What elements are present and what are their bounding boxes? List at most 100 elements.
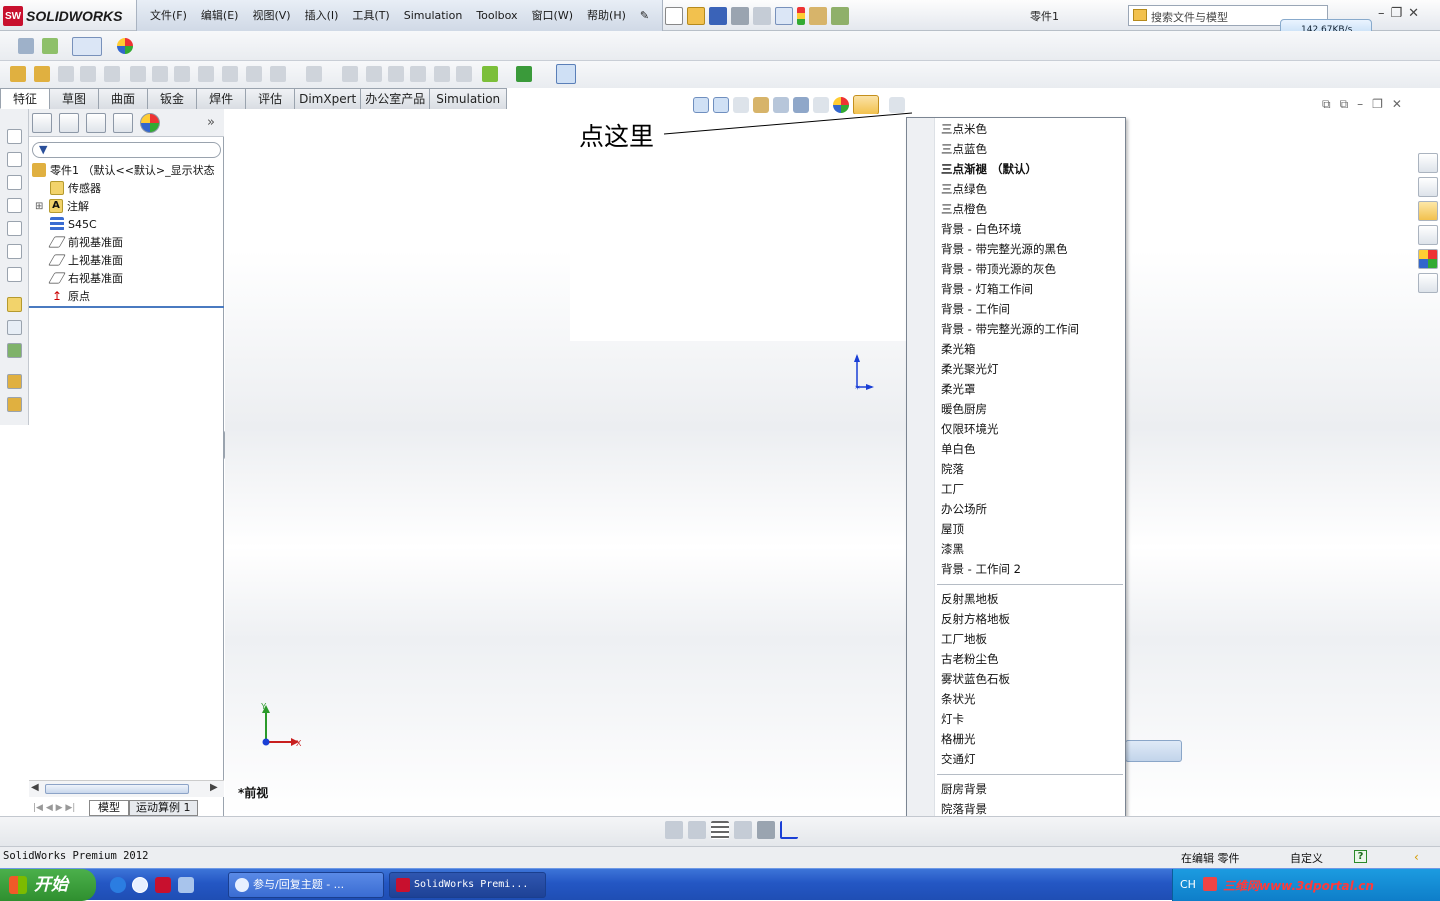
tree-item-material[interactable]: S45C — [50, 215, 97, 233]
tree-filter-input[interactable]: ▼ — [32, 142, 221, 158]
tile-icon[interactable]: ⧉ — [1340, 97, 1349, 112]
axis-icon[interactable] — [780, 821, 798, 839]
revolved-cut-icon[interactable] — [174, 66, 190, 82]
scene-menu-item[interactable]: 古老粉尘色 — [941, 649, 999, 669]
menu-insert[interactable]: 插入(I) — [298, 0, 346, 31]
scene-menu-item[interactable]: 三点米色 — [941, 119, 987, 139]
scene-menu-item[interactable]: 条状光 — [941, 689, 976, 709]
menu-file[interactable]: 文件(F) — [143, 0, 194, 31]
expand-panel-icon[interactable]: » — [207, 115, 215, 130]
menu-help[interactable]: 帮助(H) — [580, 0, 633, 31]
solidworks-resources-icon[interactable] — [1418, 153, 1438, 173]
tab-nav-arrows-icon[interactable]: |◀ ◀ ▶ ▶| — [29, 800, 89, 816]
lofted-cut-icon[interactable] — [222, 66, 238, 82]
start-button[interactable]: 开始 — [0, 869, 96, 901]
display-manager-tab-icon[interactable] — [140, 113, 160, 133]
scene-menu-item[interactable]: 背景 - 带顶光源的灰色 — [941, 259, 1056, 279]
rebuild-traffic-light-icon[interactable] — [797, 7, 805, 25]
scene-menu-item[interactable]: 柔光箱 — [941, 339, 976, 359]
view-settings-icon[interactable] — [889, 97, 905, 113]
extruded-boss-icon[interactable] — [10, 66, 26, 82]
scene-menu-item[interactable]: 暖色厨房 — [941, 399, 987, 419]
dimxpert-manager-tab-icon[interactable] — [113, 113, 133, 133]
tree-item-sensors[interactable]: 传感器 — [50, 179, 101, 197]
smart-dimension-icon[interactable] — [42, 38, 58, 54]
tree-root-part[interactable]: 零件1 （默认<<默认>_显示状态 — [32, 161, 215, 179]
custom-properties-icon[interactable] — [1418, 273, 1438, 293]
view-box-icon[interactable] — [7, 129, 22, 144]
menu-view[interactable]: 视图(V) — [245, 0, 297, 31]
scene-menu-item[interactable]: 灯卡 — [941, 709, 964, 729]
view-palette-icon[interactable] — [1418, 225, 1438, 245]
tree-item-right-plane[interactable]: 右视基准面 — [48, 269, 123, 287]
file-properties-icon[interactable] — [809, 7, 827, 25]
tree-item-annotations[interactable]: ⊞ A 注解 — [35, 197, 89, 215]
select-tool-icon[interactable] — [72, 37, 102, 56]
scene-menu-item[interactable]: 单白色 — [941, 439, 976, 459]
reference-geometry-icon[interactable] — [482, 66, 498, 82]
appearances-scenes-icon[interactable] — [1418, 249, 1438, 269]
revolved-boss-icon[interactable] — [34, 66, 50, 82]
restore-icon[interactable]: ❐ — [1372, 97, 1383, 112]
sketch-command-icon[interactable] — [18, 38, 34, 54]
swept-boss-icon[interactable] — [58, 66, 74, 82]
tab-model[interactable]: 模型 — [89, 800, 129, 816]
tab-surfaces[interactable]: 曲面 — [98, 88, 149, 109]
ie-icon[interactable] — [110, 877, 126, 893]
solidworks-quicklaunch-icon[interactable] — [155, 877, 171, 893]
select-pointer-icon[interactable] — [775, 7, 793, 25]
solidworks-logo[interactable]: SW SOLIDWORKS — [3, 4, 127, 28]
unit-system[interactable]: 自定义 — [1290, 850, 1323, 866]
tab-sketch[interactable]: 草图 — [49, 88, 100, 109]
sketch-line-icon[interactable] — [7, 320, 22, 335]
tray-app-icon[interactable] — [1203, 877, 1217, 891]
scene-menu-item[interactable]: 三点蓝色 — [941, 139, 987, 159]
component-icon[interactable] — [7, 374, 22, 389]
tab-dimxpert[interactable]: DimXpert — [294, 88, 362, 109]
mirror-icon[interactable] — [456, 66, 472, 82]
tools-icon[interactable] — [688, 821, 706, 839]
scene-menu-item[interactable]: 厨房背景 — [941, 779, 987, 799]
scroll-left-icon[interactable]: ◀ — [31, 782, 39, 793]
zoom-to-area-icon[interactable] — [713, 97, 729, 113]
scene-menu-item[interactable]: 背景 - 工作间 2 — [941, 559, 1021, 579]
scroll-right-icon[interactable]: ▶ — [210, 782, 218, 793]
close-icon[interactable]: ✕ — [1408, 6, 1419, 21]
scene-menu-item[interactable]: 仅限环境光 — [941, 419, 999, 439]
tree-item-front-plane[interactable]: 前视基准面 — [48, 233, 123, 251]
scene-menu-item[interactable]: 交通灯 — [941, 749, 976, 769]
configuration-manager-tab-icon[interactable] — [86, 113, 106, 133]
apply-scene-icon[interactable] — [853, 95, 879, 115]
scene-menu-item[interactable]: 三点绿色 — [941, 179, 987, 199]
scene-menu-item[interactable]: 背景 - 带完整光源的黑色 — [941, 239, 1067, 259]
scene-menu-item[interactable]: 反射方格地板 — [941, 609, 1010, 629]
taskbar-item-solidworks[interactable]: SolidWorks Premi... — [389, 872, 546, 898]
close-icon[interactable]: ✕ — [1392, 97, 1402, 112]
scene-menu-item[interactable]: 柔光罩 — [941, 379, 976, 399]
design-library-icon[interactable] — [1418, 177, 1438, 197]
menu-window[interactable]: 窗口(W) — [525, 0, 580, 31]
browser-icon[interactable] — [132, 877, 148, 893]
view-box-icon[interactable] — [7, 244, 22, 259]
boundary-boss-icon[interactable] — [104, 66, 120, 82]
hud-mini-toolbar[interactable] — [1125, 740, 1182, 762]
scene-menu-item[interactable]: 院落 — [941, 459, 964, 479]
new-document-icon[interactable] — [665, 7, 683, 25]
help-icon[interactable]: ? — [1354, 850, 1367, 863]
menu-edit[interactable]: 编辑(E) — [194, 0, 246, 31]
tab-evaluate[interactable]: 评估 — [245, 88, 296, 109]
save-icon[interactable] — [709, 7, 727, 25]
scroll-thumb[interactable] — [45, 784, 189, 794]
restore-icon[interactable]: ❐ — [1391, 6, 1403, 21]
menu-toolbox[interactable]: Toolbox — [469, 0, 524, 31]
scene-menu-item[interactable]: 雾状蓝色石板 — [941, 669, 1010, 689]
appearance-icon[interactable] — [117, 38, 133, 54]
extruded-cut-icon[interactable] — [130, 66, 146, 82]
dome-icon[interactable] — [434, 66, 450, 82]
fillet-icon[interactable] — [270, 66, 286, 82]
scene-menu-item[interactable]: 背景 - 灯箱工作间 — [941, 279, 1033, 299]
menu-tools[interactable]: 工具(T) — [345, 0, 396, 31]
align-icon[interactable] — [757, 821, 775, 839]
view-box-icon[interactable] — [7, 175, 22, 190]
edit-appearance-icon[interactable] — [833, 97, 849, 113]
